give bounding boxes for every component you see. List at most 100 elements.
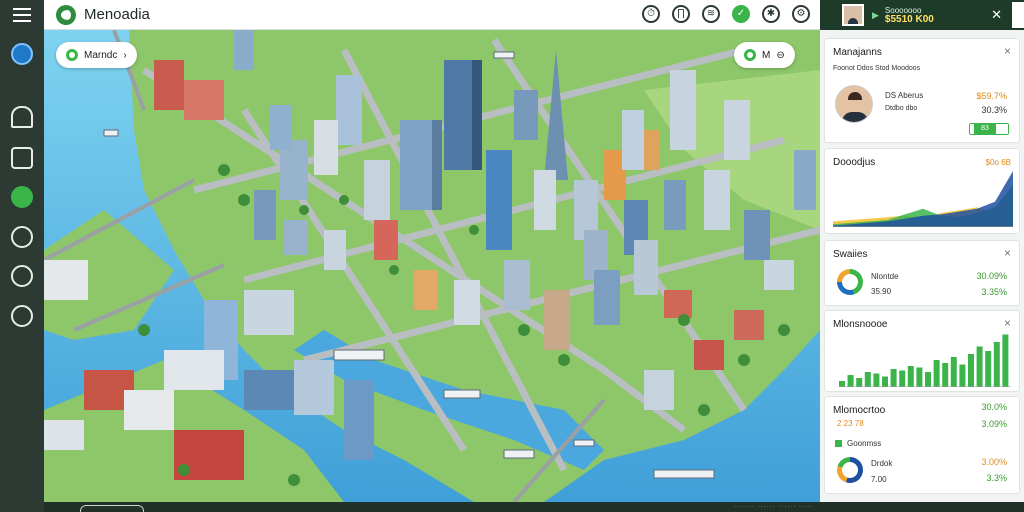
- close-icon[interactable]: ✕: [991, 7, 1002, 23]
- close-icon[interactable]: ×: [1004, 316, 1011, 330]
- settings-icon[interactable]: ⚙: [792, 5, 810, 23]
- zone-status-icon: [66, 49, 78, 61]
- notifications-icon[interactable]: ⏱: [642, 5, 660, 23]
- build-icon[interactable]: [11, 106, 33, 128]
- map-icon[interactable]: [11, 147, 33, 169]
- help-icon[interactable]: [11, 265, 33, 287]
- area-series-2: [833, 171, 1013, 227]
- summary-title: Mlomocrtoo: [833, 405, 886, 416]
- services-card: Swaiies × Nlontde 35.90 30.09% 3.35%: [824, 240, 1020, 306]
- logo-icon: [56, 4, 76, 25]
- pin-icon[interactable]: ∏: [672, 5, 690, 23]
- services-label-1: Nlontde: [871, 272, 899, 281]
- toggle-icon[interactable]: ⊖: [776, 50, 784, 61]
- bar-10: [916, 367, 923, 387]
- bar-11: [925, 372, 931, 387]
- chevron-right-icon: ›: [123, 49, 127, 61]
- map-status-icon: [744, 49, 756, 61]
- right-panel: Manajanns × Foonot Ddos Stod Moodoos DS …: [820, 30, 1024, 502]
- growth-card: Dooodjus $0o 6B: [824, 148, 1020, 234]
- bar-15: [959, 364, 966, 387]
- manager-avatar[interactable]: [835, 85, 873, 123]
- people-icon[interactable]: [11, 226, 33, 248]
- monitor-bar-chart: [839, 334, 1011, 387]
- eco-icon[interactable]: [11, 186, 33, 208]
- bar-6: [882, 376, 888, 387]
- growth-value: $0o 6B: [985, 158, 1011, 167]
- bar-17: [976, 346, 983, 387]
- managers-card: Manajanns × Foonot Ddos Stod Moodoos DS …: [824, 38, 1020, 143]
- bar-2: [847, 375, 854, 387]
- manager-value-1: $59.7%: [976, 91, 1007, 101]
- summary-row2-sub: 7.00: [871, 475, 887, 484]
- managers-subtitle: Foonot Ddos Stod Moodoos: [833, 65, 921, 72]
- summary-value-a: 30.0%: [981, 402, 1007, 412]
- services-value-2: 3.35%: [981, 287, 1007, 297]
- growth-title: Dooodjus: [833, 157, 876, 168]
- services-title: Swaiies: [833, 249, 868, 260]
- bar-7: [890, 369, 897, 387]
- city-map-canvas[interactable]: [44, 30, 820, 502]
- game-window: Menoadia ⏱ ∏ ≋ ✓ ✱ ⚙ ▶ Sooooooo $5510 K0…: [0, 0, 1024, 512]
- home-icon[interactable]: [11, 43, 33, 65]
- summary-row1-label: 2 23 78: [837, 419, 864, 428]
- summary-row2-value: 3.00%: [981, 457, 1007, 467]
- bar-19: [993, 342, 1000, 387]
- legend-swatch: [835, 440, 842, 447]
- managers-title: Manajanns: [833, 47, 882, 58]
- bar-1: [839, 381, 845, 387]
- bar-20: [1002, 334, 1009, 387]
- bar-8: [899, 370, 906, 387]
- growth-area-chart: [833, 171, 1013, 227]
- bar-13: [942, 363, 949, 387]
- bar-9: [907, 366, 914, 387]
- bar-14: [950, 357, 957, 387]
- bar-16: [968, 354, 974, 387]
- zone-selector[interactable]: Marndc ›: [56, 42, 137, 68]
- city-map[interactable]: Marndc › M ⊖: [44, 30, 820, 502]
- app-title: Menoadia: [84, 6, 150, 23]
- bar-3: [856, 378, 863, 387]
- close-icon[interactable]: ×: [1004, 246, 1011, 260]
- manager-name: DS Aberus: [885, 91, 924, 100]
- account-bar: ▶ Sooooooo $5510 K00 ✕: [820, 0, 1024, 30]
- services-value-1: 30.09%: [976, 271, 1007, 281]
- side-tab[interactable]: [1012, 2, 1024, 28]
- summary-legend-label: Goonmss: [847, 439, 882, 448]
- summary-row2-label: Drdok: [871, 459, 893, 468]
- close-icon[interactable]: ×: [1004, 44, 1011, 58]
- layers-icon[interactable]: ≋: [702, 5, 720, 23]
- avatar[interactable]: [842, 4, 864, 26]
- manager-role: Dtdbo dbo: [885, 105, 918, 112]
- play-arrow-icon: ▶: [872, 9, 879, 20]
- eco-icon[interactable]: ✓: [732, 5, 750, 23]
- bar-5: [873, 373, 880, 387]
- summary-row2-value-b: 3.3%: [986, 473, 1007, 483]
- services-donut: [837, 269, 863, 295]
- manager-toggle-button[interactable]: 83: [969, 123, 1009, 135]
- toolbar-icons: ⏱ ∏ ≋ ✓ ✱ ⚙: [642, 5, 810, 23]
- summary-row1-value: 3.09%: [981, 419, 1007, 429]
- monitor-title: Mlonsnoooe: [833, 319, 888, 330]
- map-controls[interactable]: M ⊖: [734, 42, 795, 68]
- status-dots: ······· ······ ······ ·····: [734, 504, 814, 510]
- sidebar: [0, 30, 44, 512]
- bottom-tab-button[interactable]: [80, 505, 144, 512]
- compass-icon[interactable]: ✱: [762, 5, 780, 23]
- balance: $5510 K00: [884, 14, 934, 25]
- map-control-label: M: [762, 49, 771, 61]
- status-strip: ······· ······ ······ ·····: [44, 502, 1024, 512]
- monitor-card: Mlonsnoooe ×: [824, 310, 1020, 392]
- chat-icon[interactable]: [11, 305, 33, 327]
- services-label-2: 35.90: [871, 287, 892, 296]
- top-bar: Menoadia ⏱ ∏ ≋ ✓ ✱ ⚙: [0, 0, 820, 30]
- bar-4: [864, 372, 871, 387]
- summary-card: Mlomocrtoo 30.0% 2 23 78 3.09% Goonmss D…: [824, 396, 1020, 494]
- manager-value-2: 30.3%: [981, 105, 1007, 115]
- account-info: Sooooooo $5510 K00: [884, 6, 934, 25]
- bar-12: [933, 360, 940, 387]
- bar-18: [985, 351, 992, 387]
- manager-toggle-label: 83: [974, 124, 996, 134]
- zone-label: Marndc: [84, 49, 118, 61]
- hamburger-menu-icon[interactable]: [0, 0, 44, 30]
